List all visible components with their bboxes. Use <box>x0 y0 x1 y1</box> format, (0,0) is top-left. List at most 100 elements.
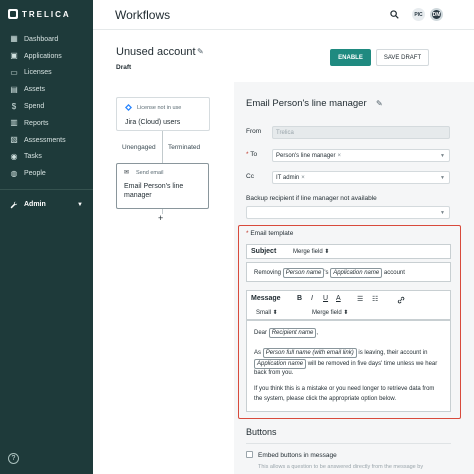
sidebar-item-label: Tasks <box>24 153 42 161</box>
subject-label: Subject <box>251 248 277 255</box>
embed-buttons-checkbox[interactable] <box>246 451 253 458</box>
action-title-line2: manager <box>124 192 152 199</box>
trelica-logo-icon <box>8 9 18 19</box>
search-icon[interactable] <box>390 10 399 19</box>
chevron-down-icon[interactable]: ▼ <box>440 153 445 159</box>
tasks-icon: ◉ <box>10 151 18 161</box>
numbered-list-icon[interactable]: ☷ <box>372 295 378 303</box>
from-label: From <box>246 128 262 135</box>
sidebar-item-applications[interactable]: ▣ Applications <box>0 48 93 65</box>
step-title: Email Person's line manager <box>246 98 367 109</box>
sidebar: TRELICA ▦ Dashboard ▣ Applications ▭ Licens… <box>0 0 93 474</box>
action-type-label: Send email <box>136 170 164 176</box>
sidebar-item-assessments[interactable]: ▧ Assessments <box>0 132 93 149</box>
bold-button[interactable]: B <box>297 295 302 302</box>
sidebar-item-label: Licenses <box>24 69 52 77</box>
action-node[interactable]: ✉ Send email Email Person's line manager <box>116 163 209 209</box>
edit-step-pencil-icon[interactable]: ✎ <box>376 99 383 108</box>
to-field[interactable]: Person's line manager × ▼ <box>272 149 450 162</box>
edit-title-pencil-icon[interactable]: ✎ <box>197 47 204 56</box>
save-draft-button[interactable]: SAVE DRAFT <box>376 49 429 66</box>
app-logo[interactable]: TRELICA <box>8 9 71 19</box>
subject-text: Removing Person name's Application name … <box>254 268 405 278</box>
help-icon[interactable]: ? <box>8 453 19 464</box>
embed-buttons-label: Embed buttons in message <box>258 452 337 459</box>
from-value: Trelica <box>276 129 294 136</box>
link-icon[interactable] <box>397 296 405 304</box>
embed-buttons-hint: This allows a question to be answered di… <box>258 464 424 470</box>
backup-field[interactable]: ▼ <box>246 206 450 219</box>
sidebar-item-label: Dashboard <box>24 35 59 43</box>
jira-icon <box>125 104 132 111</box>
assets-icon: ▤ <box>10 84 18 94</box>
remove-chip-icon: × <box>301 174 305 181</box>
page-title: Workflows <box>115 8 171 22</box>
sidebar-item-label: Reports <box>24 119 49 127</box>
subject-merge-field-select[interactable]: Merge field ⬍ <box>293 248 329 255</box>
cc-label: Cc <box>246 173 254 180</box>
font-size-select[interactable]: Small ⬍ <box>256 309 278 316</box>
merge-field-token: Application name <box>330 268 383 278</box>
chevron-down-icon[interactable]: ▼ <box>440 210 445 216</box>
subject-toolbar <box>246 244 451 259</box>
sidebar-divider <box>0 189 93 191</box>
to-label: * To <box>246 151 258 158</box>
branch-label-unengaged: Unengaged <box>122 144 156 151</box>
sidebar-item-tasks[interactable]: ◉ Tasks <box>0 149 93 166</box>
merge-field-token: Person full name (with email link) <box>262 348 357 358</box>
sidebar-item-label: Admin <box>24 201 46 209</box>
sidebar-item-dashboard[interactable]: ▦ Dashboard <box>0 31 93 48</box>
wrench-icon <box>10 201 18 208</box>
action-title-line1: Email Person's line <box>124 183 184 190</box>
cc-field[interactable]: IT admin × ▼ <box>272 171 450 184</box>
add-step-button[interactable]: + <box>158 213 163 223</box>
message-line-app: Application name will be removed in five… <box>254 359 437 369</box>
message-line-as: As Person full name (with email link) is… <box>254 348 428 358</box>
from-field: Trelica <box>272 126 450 139</box>
user-avatar[interactable]: DM <box>430 8 443 21</box>
cc-chip[interactable]: IT admin × <box>276 175 305 181</box>
sidebar-item-label: Spend <box>24 103 45 111</box>
workflow-canvas[interactable] <box>93 82 233 474</box>
to-chip[interactable]: Person's line manager × <box>276 153 341 159</box>
spend-icon: $ <box>11 101 17 111</box>
sidebar-item-label: Assets <box>24 86 46 94</box>
workflow-status: Draft <box>116 64 132 71</box>
org-avatar[interactable]: PIC <box>412 8 425 21</box>
trigger-type-label: License not in use <box>137 105 182 111</box>
chevron-down-icon[interactable]: ▼ <box>440 175 445 181</box>
buttons-heading: Buttons <box>246 427 277 437</box>
app-name: TRELICA <box>22 9 71 19</box>
workflow-title: Unused account <box>116 46 196 58</box>
sidebar-item-licenses[interactable]: ▭ Licenses <box>0 65 93 82</box>
sidebar-item-spend[interactable]: $ Spend <box>0 98 93 115</box>
sidebar-item-reports[interactable]: ▥ Reports <box>0 115 93 132</box>
people-icon: ◍ <box>10 168 18 178</box>
underline-button[interactable]: U <box>323 295 328 302</box>
enable-button[interactable]: ENABLE <box>330 49 371 66</box>
sidebar-nav: ▦ Dashboard ▣ Applications ▭ Licenses ▤ Asse… <box>0 31 93 213</box>
trigger-title: Jira (Cloud) users <box>125 119 181 126</box>
merge-field-token: Application name <box>254 359 307 369</box>
applications-icon: ▣ <box>10 51 18 61</box>
chevron-down-icon: ▼ <box>77 201 83 208</box>
italic-button[interactable]: I <box>311 295 313 302</box>
message-merge-field-select[interactable]: Merge field ⬍ <box>312 309 348 316</box>
bullet-list-icon[interactable]: ☰ <box>357 295 363 303</box>
sidebar-item-label: People <box>24 170 46 178</box>
email-template-label: * Email template <box>246 230 294 237</box>
sidebar-item-assets[interactable]: ▤ Assets <box>0 81 93 98</box>
sidebar-item-admin[interactable]: Admin ▼ <box>0 196 93 213</box>
message-label: Message <box>251 295 281 302</box>
licenses-icon: ▭ <box>10 67 18 77</box>
branch-label-terminated: Terminated <box>168 144 201 151</box>
sidebar-item-people[interactable]: ◍ People <box>0 165 93 182</box>
merge-field-token: Recipient name <box>268 328 317 338</box>
assessments-icon: ▧ <box>10 135 18 145</box>
sidebar-item-label: Assessments <box>24 136 66 144</box>
text-color-button[interactable]: A <box>336 295 341 302</box>
message-line-dear: Dear Recipient name, <box>254 328 319 338</box>
message-line-back: back from you. <box>254 370 294 376</box>
reports-icon: ▥ <box>10 118 18 128</box>
trigger-node[interactable]: License not in use Jira (Cloud) users <box>116 97 210 131</box>
